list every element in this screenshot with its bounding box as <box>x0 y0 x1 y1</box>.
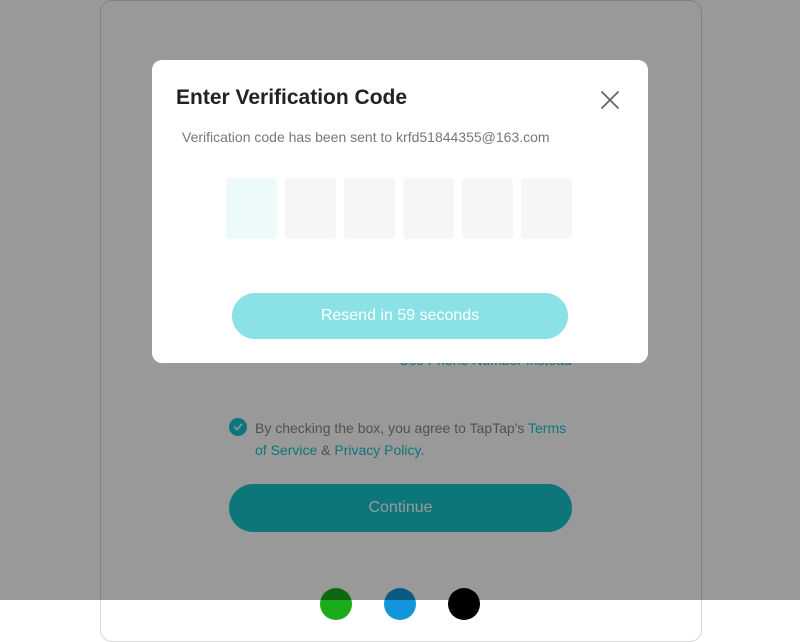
resend-button[interactable]: Resend in 59 seconds <box>232 293 568 339</box>
close-icon <box>601 91 619 109</box>
code-digit-3[interactable] <box>344 178 395 239</box>
code-digit-2[interactable] <box>285 178 336 239</box>
code-digit-1[interactable] <box>226 178 277 239</box>
dialog-subtitle: Verification code has been sent to krfd5… <box>182 129 550 145</box>
code-digit-6[interactable] <box>521 178 572 239</box>
code-input-row <box>226 178 572 239</box>
close-button[interactable] <box>598 88 622 112</box>
verification-dialog: Enter Verification Code Verification cod… <box>152 60 648 363</box>
code-digit-4[interactable] <box>403 178 454 239</box>
code-digit-5[interactable] <box>462 178 513 239</box>
dialog-title: Enter Verification Code <box>176 86 408 109</box>
